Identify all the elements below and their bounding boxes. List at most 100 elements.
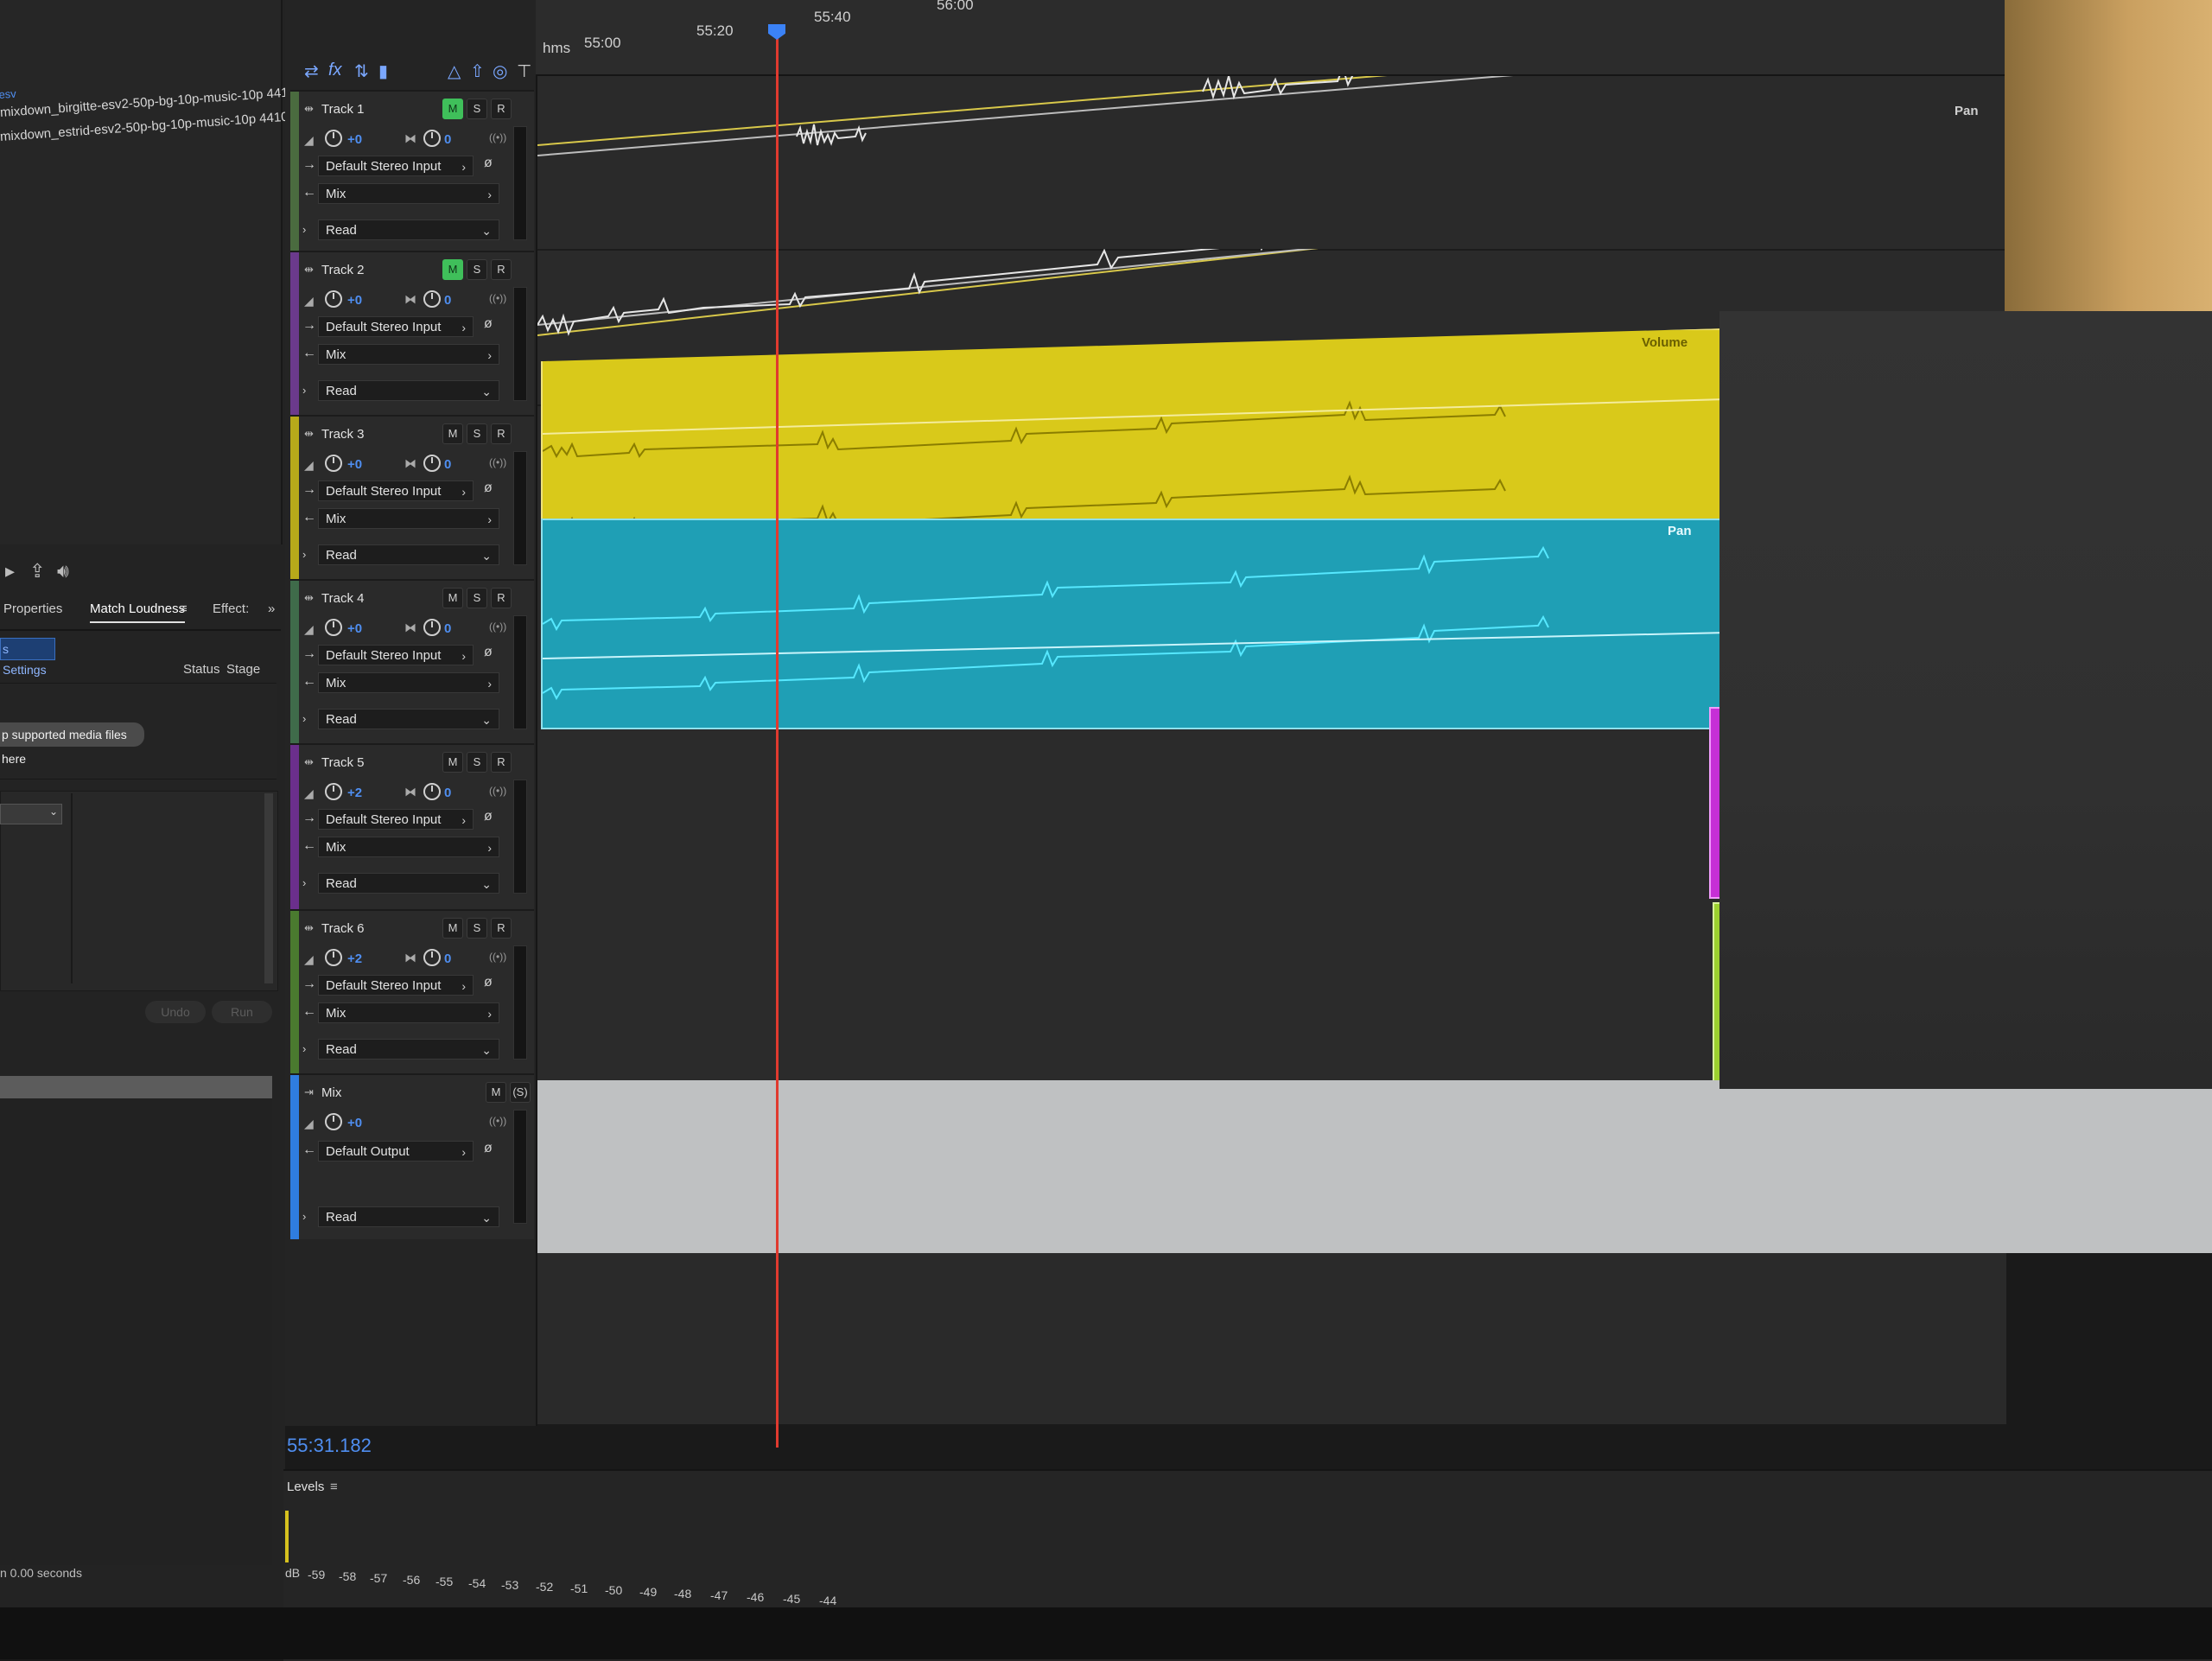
volume-knob[interactable]	[325, 783, 342, 800]
mute-button[interactable]: M	[442, 588, 463, 608]
track-lane-1[interactable]: Pan	[537, 23, 2007, 251]
volume-knob[interactable]	[325, 290, 342, 308]
automation-mode-select[interactable]: Read ⌄	[318, 544, 499, 565]
track-name[interactable]: Track 3	[321, 427, 364, 442]
match-loudness-settings-button[interactable]: s Settings	[0, 638, 55, 677]
mute-button[interactable]: M	[442, 918, 463, 939]
volume-knob[interactable]	[325, 455, 342, 472]
solo-button[interactable]: S	[467, 423, 487, 444]
mute-button[interactable]: M	[442, 99, 463, 119]
pan-envelope-label[interactable]: Pan	[1955, 104, 1979, 118]
fx-icon[interactable]: fx	[328, 60, 342, 80]
monitor-icon[interactable]: ((•))	[489, 951, 506, 963]
input-output-icon[interactable]: ⇅	[354, 60, 369, 82]
drag-handle-icon[interactable]: ⇹	[304, 102, 314, 116]
automation-mode-select[interactable]: Read ⌄	[318, 873, 499, 894]
drag-handle-icon[interactable]: ⇹	[304, 921, 314, 935]
export-icon[interactable]: ⇪	[29, 560, 45, 582]
phase-invert-icon[interactable]: ø	[484, 316, 493, 332]
automation-mode-select[interactable]: Read ⌄	[318, 709, 499, 729]
output-select[interactable]: Mix ›	[318, 837, 499, 857]
volume-knob[interactable]	[325, 1113, 342, 1130]
current-time-display[interactable]: 55:31.182	[287, 1435, 372, 1457]
solo-button[interactable]: S	[467, 918, 487, 939]
pan-knob[interactable]	[423, 949, 441, 966]
solo-button[interactable]: S	[467, 752, 487, 773]
phase-invert-icon[interactable]: ø	[484, 975, 493, 990]
monitor-icon[interactable]: ((•))	[489, 292, 506, 304]
input-select[interactable]: Default Stereo Input ›	[318, 156, 474, 176]
headphones-icon[interactable]: ◎	[493, 60, 507, 82]
record-button[interactable]: R	[491, 259, 512, 280]
record-button[interactable]: R	[491, 99, 512, 119]
pan-knob[interactable]	[423, 290, 441, 308]
metronome-icon[interactable]: △	[448, 60, 461, 82]
phase-invert-icon[interactable]: ø	[484, 809, 493, 824]
expand-icon[interactable]: ›	[302, 876, 306, 889]
monitor-icon[interactable]: ((•))	[489, 131, 506, 143]
monitor-icon[interactable]: ((•))	[489, 456, 506, 468]
volume-knob[interactable]	[325, 619, 342, 636]
automation-mode-select[interactable]: Read ⌄	[318, 1206, 499, 1227]
undo-button[interactable]: Undo	[145, 1001, 206, 1023]
volume-value[interactable]: +0	[347, 457, 362, 472]
input-select[interactable]: Default Stereo Input ›	[318, 975, 474, 996]
volume-envelope-label[interactable]: Volume	[1642, 335, 1688, 350]
upload-icon[interactable]: ⇧	[470, 60, 485, 82]
automation-mode-select[interactable]: Read ⌄	[318, 1039, 499, 1060]
input-select[interactable]: Default Stereo Input ›	[318, 809, 474, 830]
automation-mode-select[interactable]: Read ⌄	[318, 380, 499, 401]
pan-value[interactable]: 0	[444, 786, 451, 800]
levels-icon[interactable]: ▮	[378, 60, 388, 82]
output-select[interactable]: Mix ›	[318, 508, 499, 529]
solo-button[interactable]: S	[467, 259, 487, 280]
expand-icon[interactable]: ›	[302, 712, 306, 725]
mix-lane[interactable]	[537, 1080, 2212, 1253]
track-name[interactable]: Track 5	[321, 755, 364, 770]
phase-invert-icon[interactable]: ø	[484, 1141, 493, 1156]
automation-mode-select[interactable]: Read ⌄	[318, 220, 499, 240]
volume-value[interactable]: +0	[347, 1116, 362, 1130]
expand-icon[interactable]: ›	[302, 548, 306, 561]
pan-knob[interactable]	[423, 783, 441, 800]
time-ruler[interactable]: hms 55:00 55:20 55:40 56:00	[536, 0, 2005, 76]
solo-button[interactable]: S	[467, 99, 487, 119]
track-name[interactable]: Track 4	[321, 591, 364, 606]
pan-knob[interactable]	[423, 455, 441, 472]
input-select[interactable]: Default Stereo Input ›	[318, 316, 474, 337]
phase-invert-icon[interactable]: ø	[484, 645, 493, 660]
pan-knob[interactable]	[423, 130, 441, 147]
speaker-icon[interactable]: 🔊︎	[57, 560, 69, 582]
scrollbar[interactable]	[264, 793, 273, 983]
phase-invert-icon[interactable]: ø	[484, 156, 493, 171]
output-select[interactable]: Mix ›	[318, 344, 499, 365]
drag-handle-icon[interactable]: ⇹	[304, 755, 314, 769]
output-select[interactable]: Mix ›	[318, 183, 499, 204]
monitor-icon[interactable]: ((•))	[489, 1115, 506, 1127]
track-name[interactable]: Track 6	[321, 921, 364, 936]
volume-value[interactable]: +2	[347, 786, 362, 800]
track-name[interactable]: Track 2	[321, 263, 364, 277]
run-button[interactable]: Run	[212, 1001, 272, 1023]
more-tabs-icon[interactable]: »	[268, 601, 275, 616]
mute-button[interactable]: M	[486, 1082, 506, 1103]
track-name[interactable]: Mix	[321, 1085, 341, 1100]
pan-envelope-label[interactable]: Pan	[1668, 524, 1692, 538]
pan-value[interactable]: 0	[444, 621, 451, 636]
input-select[interactable]: Default Stereo Input ›	[318, 480, 474, 501]
output-select[interactable]: Mix ›	[318, 1002, 499, 1023]
mute-button[interactable]: M	[442, 752, 463, 773]
expand-icon[interactable]: ›	[302, 1210, 306, 1223]
monitor-icon[interactable]: ((•))	[489, 620, 506, 633]
track-name[interactable]: Track 1	[321, 102, 364, 117]
preset-select[interactable]: ⌄	[0, 804, 62, 824]
expand-icon[interactable]: ›	[302, 223, 306, 236]
record-button[interactable]: R	[491, 752, 512, 773]
drag-handle-icon[interactable]: ⇹	[304, 263, 314, 277]
volume-value[interactable]: +0	[347, 132, 362, 147]
volume-knob[interactable]	[325, 949, 342, 966]
pan-value[interactable]: 0	[444, 132, 451, 147]
record-button[interactable]: R	[491, 588, 512, 608]
pan-value[interactable]: 0	[444, 457, 451, 472]
phase-invert-icon[interactable]: ø	[484, 480, 493, 496]
